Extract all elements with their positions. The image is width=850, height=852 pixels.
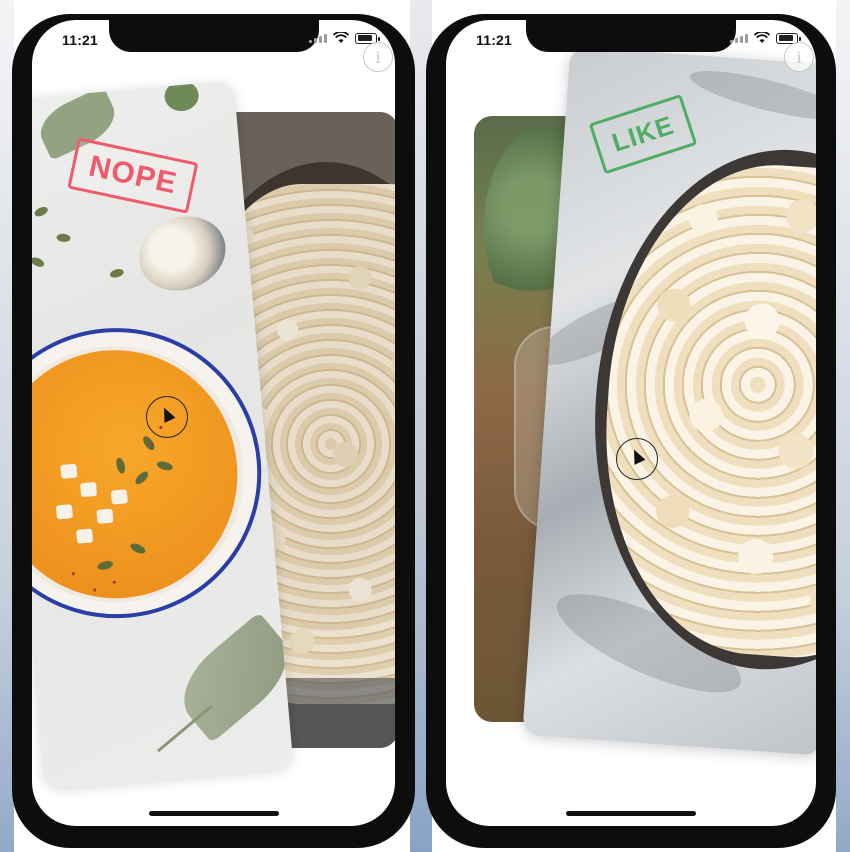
pumpkin-seed	[32, 255, 46, 269]
feta-cube	[79, 481, 98, 498]
chili-flake	[71, 572, 75, 576]
info-icon: i	[796, 47, 802, 67]
pumpkin-seed	[156, 459, 174, 472]
like-stamp: LIKE	[588, 93, 698, 175]
status-icons	[309, 32, 380, 44]
phone-screen-left: 11:21 NOPE i	[32, 20, 395, 826]
shell-decoration	[128, 204, 237, 303]
leaf-decoration	[163, 80, 200, 113]
pumpkin-seed	[96, 559, 115, 572]
phone-frame-right: 11:21 LIKE i	[426, 14, 836, 848]
pumpkin-seed	[140, 434, 157, 453]
home-indicator[interactable]	[148, 811, 279, 816]
feta-cube	[96, 508, 114, 524]
wifi-icon	[333, 32, 349, 43]
notch	[108, 20, 319, 52]
feta-cube	[60, 463, 78, 479]
popcorn-image	[590, 154, 816, 667]
pumpkin-seed	[128, 541, 147, 556]
leaf-decoration	[167, 612, 294, 743]
pumpkin-seed	[133, 469, 151, 487]
nope-stamp: NOPE	[67, 137, 199, 214]
phone-frame-left: 11:21 NOPE i	[12, 14, 415, 848]
pumpkin-seed	[56, 233, 71, 243]
phone-screen-right: 11:21 LIKE i	[446, 20, 816, 826]
info-button[interactable]: i	[363, 42, 393, 72]
wifi-icon	[754, 32, 770, 43]
feta-cube	[110, 489, 128, 505]
info-button[interactable]: i	[784, 42, 814, 72]
status-time: 11:21	[476, 32, 513, 48]
front-card-popcorn[interactable]: LIKE	[522, 46, 816, 756]
signal-icon	[309, 33, 327, 43]
status-time: 11:21	[62, 32, 99, 48]
home-indicator[interactable]	[566, 811, 696, 816]
status-icons	[730, 32, 801, 44]
pumpkin-seed	[33, 205, 50, 219]
notch	[526, 20, 736, 52]
background-edge-right	[836, 0, 850, 852]
cursor-icon	[146, 396, 188, 438]
info-icon: i	[375, 47, 381, 67]
chili-flake	[112, 580, 116, 584]
feta-cube	[76, 528, 94, 544]
chili-flake	[93, 588, 97, 592]
pumpkin-seed	[109, 267, 125, 279]
cursor-icon	[616, 438, 658, 480]
pumpkin-seed	[114, 456, 127, 475]
feta-cube	[55, 504, 73, 520]
signal-icon	[730, 33, 748, 43]
